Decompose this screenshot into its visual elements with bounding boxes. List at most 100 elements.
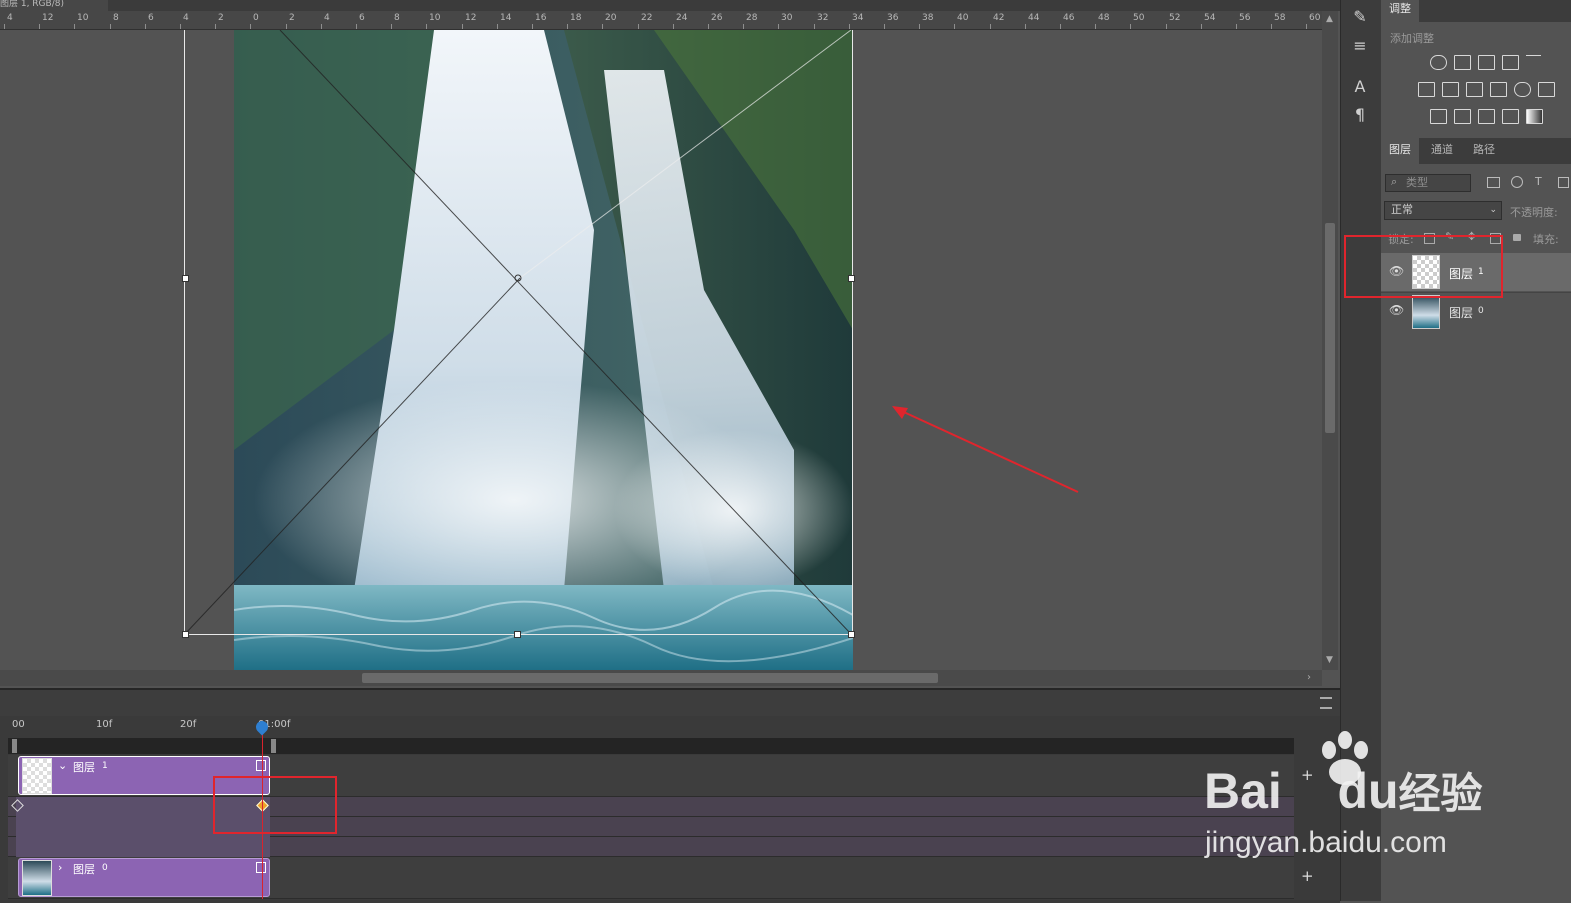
threshold-icon[interactable] [1478, 109, 1495, 124]
ruler-label: 36 [887, 13, 899, 23]
ruler-label: 28 [746, 13, 758, 23]
ruler-tick [286, 24, 287, 29]
posterize-icon[interactable] [1454, 109, 1471, 124]
clip-layer-1-toggle-icon[interactable]: ⌄ [58, 759, 67, 772]
canvas-area[interactable] [0, 30, 1322, 670]
work-area-end-handle[interactable] [271, 739, 276, 753]
ruler-label: 20 [605, 13, 617, 23]
tab-paths[interactable]: 路径 [1465, 138, 1503, 164]
filter-pixel-icon[interactable] [1487, 177, 1500, 188]
color-balance-icon[interactable] [1442, 82, 1459, 97]
filter-shape-icon[interactable] [1558, 177, 1569, 188]
ruler-tick [391, 24, 392, 29]
work-area-bar[interactable] [8, 738, 1294, 754]
scroll-right-icon[interactable]: › [1307, 672, 1311, 683]
transform-handle-bottom-left[interactable] [182, 631, 189, 638]
ruler-label: 40 [957, 13, 969, 23]
ruler-label: 18 [570, 13, 582, 23]
document-tab-strip [0, 0, 1340, 11]
timeline-ruler[interactable]: 00 10f 20f 01:00f [8, 716, 1294, 738]
horizontal-scroll-thumb[interactable] [362, 673, 938, 683]
ruler-label: 4 [7, 13, 13, 23]
transform-handle-bottom-right[interactable] [848, 631, 855, 638]
clip-layer-0[interactable] [18, 858, 270, 897]
ruler-tick [1236, 24, 1237, 29]
layer-filter-select[interactable]: 类型 [1385, 174, 1471, 192]
ruler-tick [321, 24, 322, 29]
ruler-tick [602, 24, 603, 29]
clip-layer-1-end-icon[interactable] [256, 760, 266, 771]
ruler-tick [919, 24, 920, 29]
ruler-label: 14 [500, 13, 512, 23]
search-icon: ⌕ [1391, 175, 1398, 188]
watermark-brand-tail: du [1337, 763, 1399, 819]
ruler-tick [638, 24, 639, 29]
clip-layer-1-index: 1 [102, 761, 108, 771]
levels-icon[interactable] [1454, 55, 1471, 70]
blend-mode-select[interactable]: 正常 ⌄ [1384, 201, 1502, 220]
ruler-label: 4 [324, 13, 330, 23]
transform-handle-right[interactable] [848, 275, 855, 282]
brightness-icon[interactable] [1430, 55, 1447, 70]
document-tab-title: 图层 1, RGB/8) [0, 0, 64, 9]
ruler-tick [743, 24, 744, 29]
ruler-label: 6 [359, 13, 365, 23]
brush-icon[interactable]: ✎ [1351, 8, 1369, 26]
ruler-tick [884, 24, 885, 29]
ruler-tick [74, 24, 75, 29]
hue-saturation-icon[interactable] [1418, 82, 1435, 97]
character-icon[interactable]: A [1351, 78, 1369, 96]
filter-adjustment-icon[interactable] [1511, 176, 1523, 188]
timeline-header [0, 690, 1340, 716]
color-lookup-icon[interactable] [1538, 82, 1555, 97]
timeline-menu-icon[interactable] [1320, 697, 1332, 709]
tab-layers[interactable]: 图层 [1381, 138, 1419, 164]
channel-mixer-icon[interactable] [1514, 82, 1531, 97]
ruler-tick [215, 24, 216, 29]
transform-handle-left[interactable] [182, 275, 189, 282]
ruler-tick [1095, 24, 1096, 29]
work-area-start-handle[interactable] [12, 739, 17, 753]
lock-all-icon[interactable] [1513, 234, 1521, 241]
layer-0-index: 0 [1478, 306, 1484, 316]
tab-channels[interactable]: 通道 [1423, 138, 1461, 164]
time-label-1: 10f [96, 719, 113, 730]
adjustments-title: 添加调整 [1390, 32, 1434, 45]
vibrance-icon[interactable] [1526, 55, 1541, 69]
gradient-map-icon[interactable] [1526, 109, 1543, 124]
ruler-label: 58 [1274, 13, 1286, 23]
black-white-icon[interactable] [1466, 82, 1483, 97]
transform-handle-bottom[interactable] [514, 631, 521, 638]
layer-0-thumbnail [1412, 295, 1440, 329]
curves-icon[interactable] [1478, 55, 1495, 70]
ruler-label: 12 [42, 13, 54, 23]
horizontal-ruler[interactable]: 4 12 10 8 6 4 2 0 2 4 6 8 10 12 14 16 18 20 22 24 26 28 30 32 34… [0, 11, 1322, 30]
invert-icon[interactable] [1430, 109, 1447, 124]
clip-layer-0-toggle-icon[interactable]: › [58, 861, 62, 874]
scroll-down-icon[interactable]: ▼ [1326, 655, 1333, 665]
transform-diagonals [184, 30, 1079, 635]
selective-color-icon[interactable] [1502, 109, 1519, 124]
add-media-icon-2[interactable]: + [1301, 867, 1314, 885]
filter-type-icon[interactable]: T [1535, 175, 1542, 188]
ruler-tick [673, 24, 674, 29]
scroll-up-icon[interactable]: ▲ [1326, 14, 1333, 24]
ruler-label: 52 [1169, 13, 1181, 23]
ruler-tick [990, 24, 991, 29]
photo-filter-icon[interactable] [1490, 82, 1507, 97]
clip-layer-1-name: 图层 [73, 761, 95, 774]
tab-adjustments[interactable]: 调整 [1381, 0, 1419, 22]
sliders-icon[interactable]: ≡ [1351, 37, 1369, 55]
eye-icon[interactable]: 👁 [1389, 304, 1404, 316]
ruler-label: 8 [394, 13, 400, 23]
document-tab[interactable]: 图层 1, RGB/8) [0, 0, 108, 11]
vertical-scroll-thumb[interactable] [1325, 223, 1335, 433]
ruler-label: 46 [1063, 13, 1075, 23]
ruler-label: 0 [253, 13, 259, 23]
clip-layer-0-end-icon[interactable] [256, 862, 266, 873]
exposure-icon[interactable] [1502, 55, 1519, 70]
annotation-layer-box [1344, 235, 1503, 298]
paragraph-icon[interactable]: ¶ [1351, 106, 1369, 124]
ruler-label: 6 [148, 13, 154, 23]
ruler-label: 32 [817, 13, 829, 23]
